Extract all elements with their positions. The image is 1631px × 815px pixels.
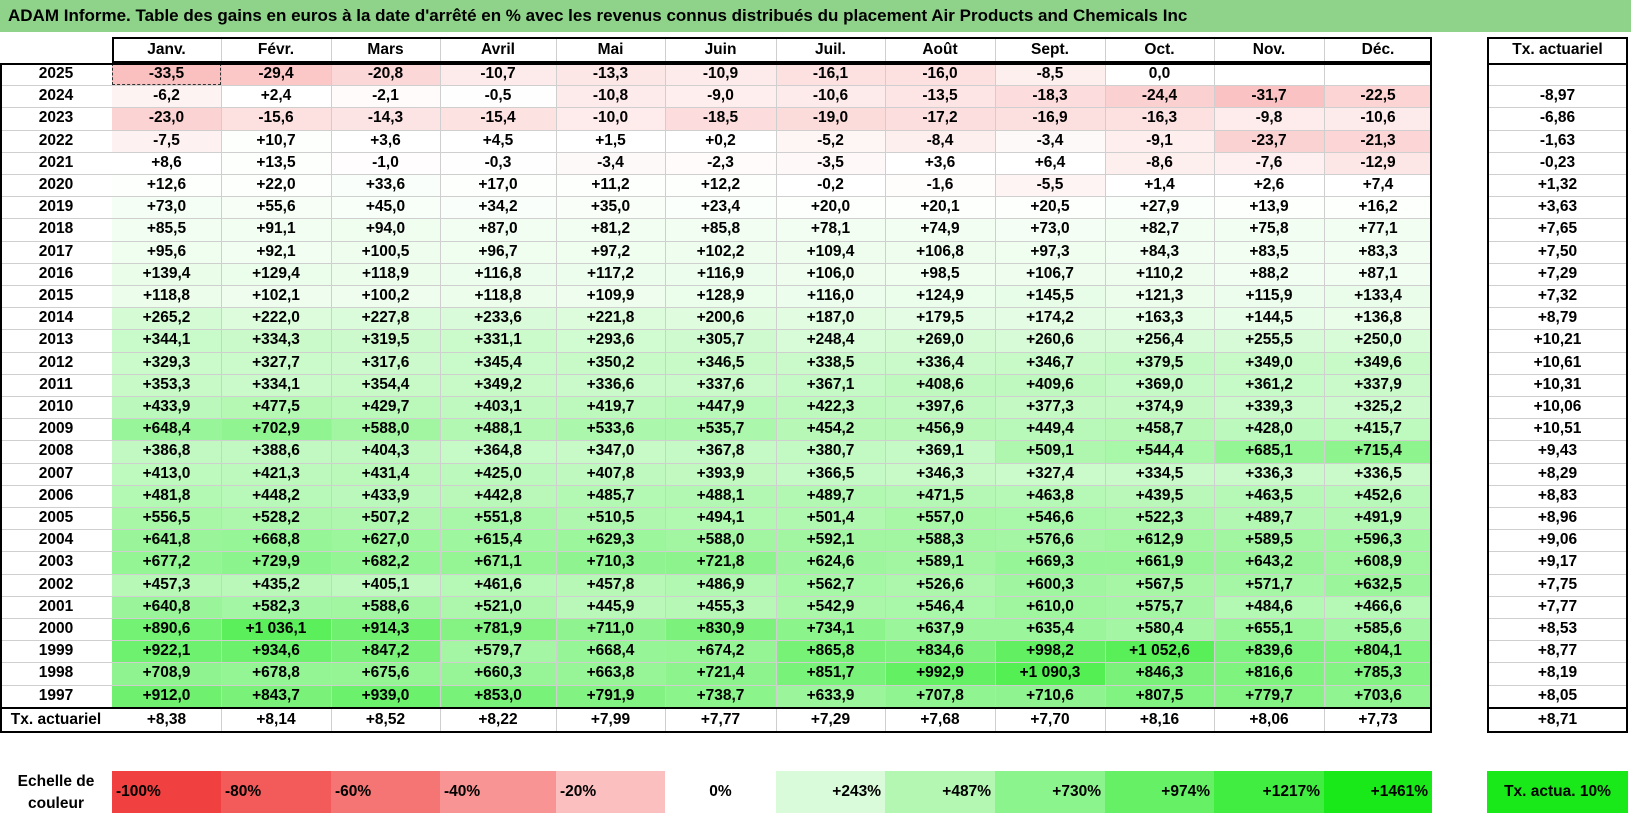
report-title: ADAM Informe. Table des gains en euros à… <box>8 6 1188 25</box>
main-border <box>0 63 1432 733</box>
color-scale-swatch: +730% <box>995 771 1105 813</box>
color-scale-swatch: +243% <box>776 771 885 813</box>
color-scale-swatch: 0% <box>665 771 776 813</box>
color-scale-swatch: +487% <box>885 771 995 813</box>
footer-divider <box>0 706 1432 709</box>
color-scale-swatch: +1217% <box>1214 771 1324 813</box>
title-bar: ADAM Informe. Table des gains en euros à… <box>0 0 1631 32</box>
legend-label: Echelle de couleur <box>17 773 95 812</box>
rate-header-divider <box>1487 63 1628 65</box>
rate-scale-swatch: Tx. actua. 10% <box>1487 771 1628 813</box>
rate-column-border <box>1487 37 1628 733</box>
rate-footer-divider <box>1487 706 1628 709</box>
color-scale-swatch: -40% <box>440 771 556 813</box>
color-scale-swatch: -20% <box>556 771 665 813</box>
color-scale-swatch: +974% <box>1105 771 1214 813</box>
color-scale-swatch: +1461% <box>1324 771 1432 813</box>
header-border <box>112 37 1432 63</box>
color-scale-swatch: -100% <box>112 771 221 813</box>
color-scale-swatch: -60% <box>331 771 440 813</box>
color-scale-swatch: -80% <box>221 771 331 813</box>
report: ADAM Informe. Table des gains en euros à… <box>0 0 1631 815</box>
